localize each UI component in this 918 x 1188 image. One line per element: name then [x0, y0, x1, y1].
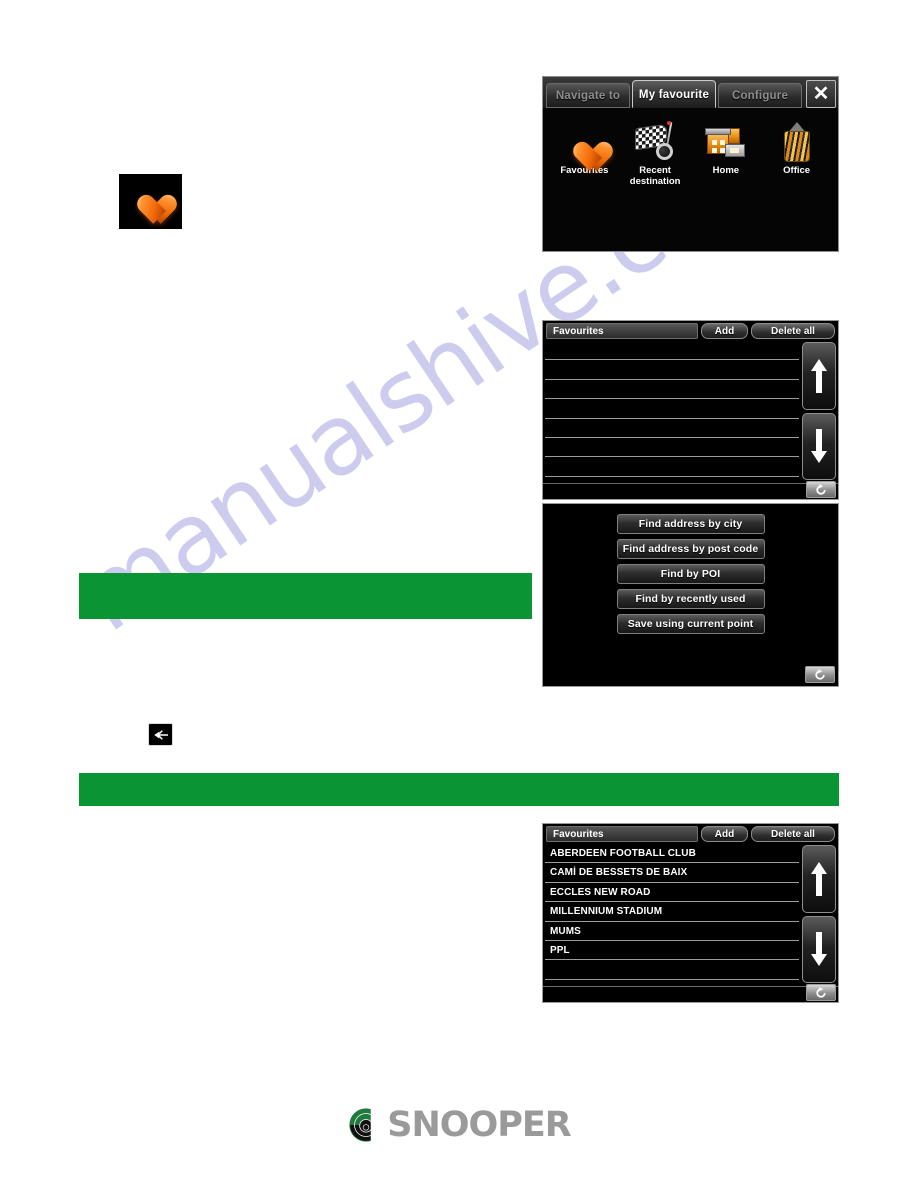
- scroll-up-button[interactable]: [802, 845, 836, 913]
- tab-configure[interactable]: Configure: [718, 83, 802, 108]
- arrow-up-icon: [811, 358, 827, 393]
- tab-my-favourite[interactable]: My favourite: [632, 80, 716, 108]
- back-button[interactable]: [806, 481, 836, 498]
- office-building-icon: [761, 118, 832, 162]
- table-row[interactable]: CAMİ DE BESSETS DE BAIX: [545, 863, 799, 883]
- menu-item-label: Recent destination: [629, 165, 681, 187]
- favourites-title: Favourites: [546, 323, 698, 339]
- favourites-empty-panel: Favourites Add Delete all: [542, 320, 839, 500]
- table-row[interactable]: MILLENNIUM STADIUM: [545, 902, 799, 922]
- checkered-flag-icon: [620, 118, 691, 162]
- favourites-footer: [543, 984, 838, 1002]
- table-row[interactable]: PPL: [545, 941, 799, 961]
- menu-item-favourites[interactable]: Favourites: [549, 118, 620, 187]
- favourites-list-panel: Favourites Add Delete all ABERDEEN FOOTB…: [542, 823, 839, 1003]
- menu-item-label: Office: [783, 165, 811, 176]
- list-item[interactable]: [545, 419, 799, 438]
- find-address-by-city-button[interactable]: Find address by city: [616, 514, 765, 534]
- snooper-logo-icon: [349, 1107, 386, 1143]
- menu-icon-grid: Favourites Recent destination Home Offic…: [543, 108, 838, 187]
- scroll-up-button[interactable]: [802, 342, 836, 410]
- favourites-rows: ABERDEEN FOOTBALL CLUB CAMİ DE BESSETS D…: [545, 844, 799, 986]
- find-by-recently-used-button[interactable]: Find by recently used: [616, 589, 765, 609]
- list-item[interactable]: [545, 341, 799, 361]
- save-using-current-point-button[interactable]: Save using current point: [616, 614, 765, 634]
- list-item[interactable]: [545, 399, 799, 419]
- scrollbar: [802, 342, 836, 480]
- manual-page: manualshive.com Navigate to My favourite…: [0, 0, 918, 1188]
- delete-all-button[interactable]: Delete all: [751, 323, 835, 339]
- arrow-down-icon: [811, 932, 827, 967]
- close-icon[interactable]: ✕: [806, 80, 836, 108]
- tab-navigate-to[interactable]: Navigate to: [546, 83, 630, 108]
- refresh-back-icon: [816, 986, 826, 998]
- refresh-back-icon: [815, 668, 825, 680]
- find-by-poi-button[interactable]: Find by POI: [616, 564, 765, 584]
- find-options-panel: Find address by city Find address by pos…: [542, 503, 839, 687]
- favourites-list-body: [543, 341, 838, 483]
- menu-item-office[interactable]: Office: [761, 118, 832, 187]
- menu-item-home[interactable]: Home: [691, 118, 762, 187]
- table-row[interactable]: ABERDEEN FOOTBALL CLUB: [545, 844, 799, 864]
- inline-back-icon: [148, 723, 173, 746]
- scrollbar: [802, 845, 836, 983]
- delete-all-button[interactable]: Delete all: [751, 826, 835, 842]
- add-button[interactable]: Add: [701, 826, 748, 842]
- my-favourite-menu-panel: Navigate to My favourite Configure ✕ Fav…: [542, 76, 839, 252]
- list-item[interactable]: [545, 438, 799, 458]
- menu-item-recent-destination[interactable]: Recent destination: [620, 118, 691, 187]
- tab-bar: Navigate to My favourite Configure ✕: [543, 77, 838, 108]
- favourites-header: Favourites Add Delete all: [543, 824, 838, 842]
- heart-icon: [549, 118, 620, 162]
- add-button[interactable]: Add: [701, 323, 748, 339]
- table-row[interactable]: [545, 960, 799, 980]
- snooper-logo: SNOOPER: [0, 1106, 918, 1144]
- heart-icon: [131, 183, 171, 221]
- refresh-back-icon: [816, 483, 826, 495]
- back-button[interactable]: [805, 666, 835, 683]
- home-icon: [691, 118, 762, 162]
- favourites-rows: [545, 341, 799, 483]
- arrow-up-icon: [811, 861, 827, 896]
- list-item[interactable]: [545, 360, 799, 380]
- redaction-bar-note-2: [79, 773, 839, 806]
- favourites-title: Favourites: [546, 826, 698, 842]
- inline-favourites-icon: [119, 174, 182, 229]
- menu-item-label: Home: [712, 165, 740, 176]
- find-buttons: Find address by city Find address by pos…: [543, 514, 838, 634]
- table-row[interactable]: MUMS: [545, 922, 799, 941]
- back-arrow-icon: [154, 729, 168, 740]
- favourites-header: Favourites Add Delete all: [543, 321, 838, 339]
- scroll-down-button[interactable]: [802, 412, 836, 480]
- list-item[interactable]: [545, 380, 799, 400]
- list-item[interactable]: [545, 457, 799, 477]
- arrow-down-icon: [811, 429, 827, 464]
- favourites-list-body: ABERDEEN FOOTBALL CLUB CAMİ DE BESSETS D…: [543, 844, 838, 986]
- back-button[interactable]: [806, 984, 836, 1001]
- scroll-down-button[interactable]: [802, 915, 836, 983]
- redaction-bar-note-1: [79, 573, 532, 619]
- favourites-footer: [543, 481, 838, 499]
- snooper-logo-text: SNOOPER: [387, 1105, 572, 1145]
- find-address-by-post-code-button[interactable]: Find address by post code: [616, 539, 765, 559]
- table-row[interactable]: ECCLES NEW ROAD: [545, 883, 799, 903]
